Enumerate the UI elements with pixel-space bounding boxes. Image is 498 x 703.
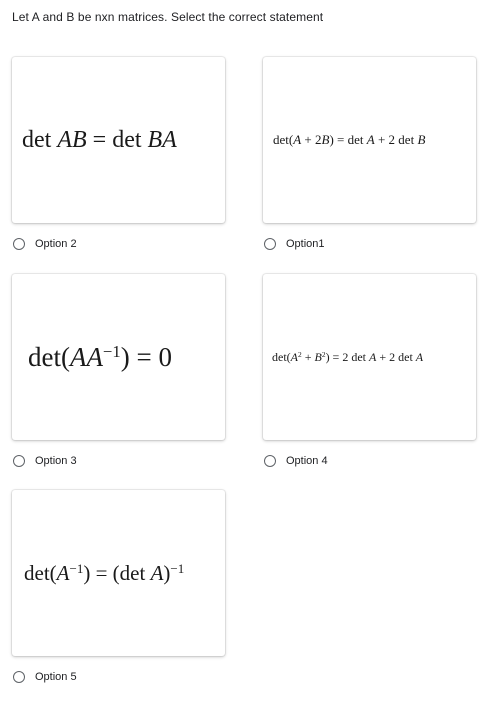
formula-text: det(: [28, 341, 70, 372]
option-5-choice[interactable]: Option 5: [13, 669, 77, 685]
option-1-image[interactable]: det(A + 2B) = det A + 2 det B: [263, 57, 476, 223]
option-2-image[interactable]: det AB = det BA: [12, 57, 225, 223]
formula-var: B: [314, 349, 322, 364]
option-5-label: Option 5: [35, 671, 77, 683]
option-4-formula: det(A2 + B2) = 2 det A + 2 det A: [263, 350, 476, 365]
radio-button[interactable]: [13, 455, 25, 467]
formula-var: A: [293, 132, 302, 147]
option-2-label: Option 2: [35, 238, 77, 250]
option-1-formula: det(A + 2B) = det A + 2 det B: [263, 132, 476, 148]
option-2-formula: det AB = det BA: [12, 127, 225, 154]
formula-text: + 2 det: [376, 349, 416, 364]
radio-button[interactable]: [13, 238, 25, 250]
formula-exponent: −1: [170, 560, 185, 576]
formula-text: ) = det: [329, 132, 367, 147]
formula-text: ) = 2 det: [325, 349, 369, 364]
option-3-label: Option 3: [35, 455, 77, 467]
option-4-label: Option 4: [286, 455, 328, 467]
formula-var: A: [150, 560, 164, 585]
option-2-choice[interactable]: Option 2: [13, 236, 77, 252]
formula-text: det(: [273, 132, 294, 147]
formula-text: ) = (det: [83, 560, 151, 585]
option-4-image[interactable]: det(A2 + B2) = 2 det A + 2 det A: [263, 274, 476, 440]
formula-var: B: [417, 132, 426, 147]
formula-text: = det: [86, 126, 148, 153]
formula-exponent: −1: [69, 560, 84, 576]
formula-text: det(: [272, 349, 291, 364]
formula-text: ) = 0: [120, 341, 173, 372]
formula-var: AA: [69, 341, 103, 372]
option-1-choice[interactable]: Option1: [264, 236, 325, 252]
formula-var: A: [415, 349, 424, 364]
option-3-choice[interactable]: Option 3: [13, 453, 77, 469]
formula-var: A: [56, 560, 70, 585]
formula-text: det(: [24, 560, 57, 585]
option-5-image[interactable]: det(A−1) = (det A)−1: [12, 490, 225, 656]
formula-var: AB: [57, 126, 87, 153]
option-1-label: Option1: [286, 238, 325, 250]
option-4-choice[interactable]: Option 4: [264, 453, 328, 469]
radio-button[interactable]: [264, 455, 276, 467]
formula-text: det: [22, 126, 58, 153]
question-text: Let A and B be nxn matrices. Select the …: [12, 10, 324, 24]
option-5-formula: det(A−1) = (det A)−1: [12, 561, 225, 586]
formula-var: A: [366, 132, 375, 147]
option-3-image[interactable]: det(AA−1) = 0: [12, 274, 225, 440]
option-3-formula: det(AA−1) = 0: [12, 342, 225, 373]
formula-text: + 2 det: [374, 132, 418, 147]
formula-text: + 2: [301, 132, 322, 147]
radio-button[interactable]: [13, 671, 25, 683]
radio-button[interactable]: [264, 238, 276, 250]
formula-exponent: −1: [102, 341, 121, 361]
formula-var: A: [290, 349, 298, 364]
formula-text: +: [301, 349, 315, 364]
formula-var: BA: [147, 126, 177, 153]
